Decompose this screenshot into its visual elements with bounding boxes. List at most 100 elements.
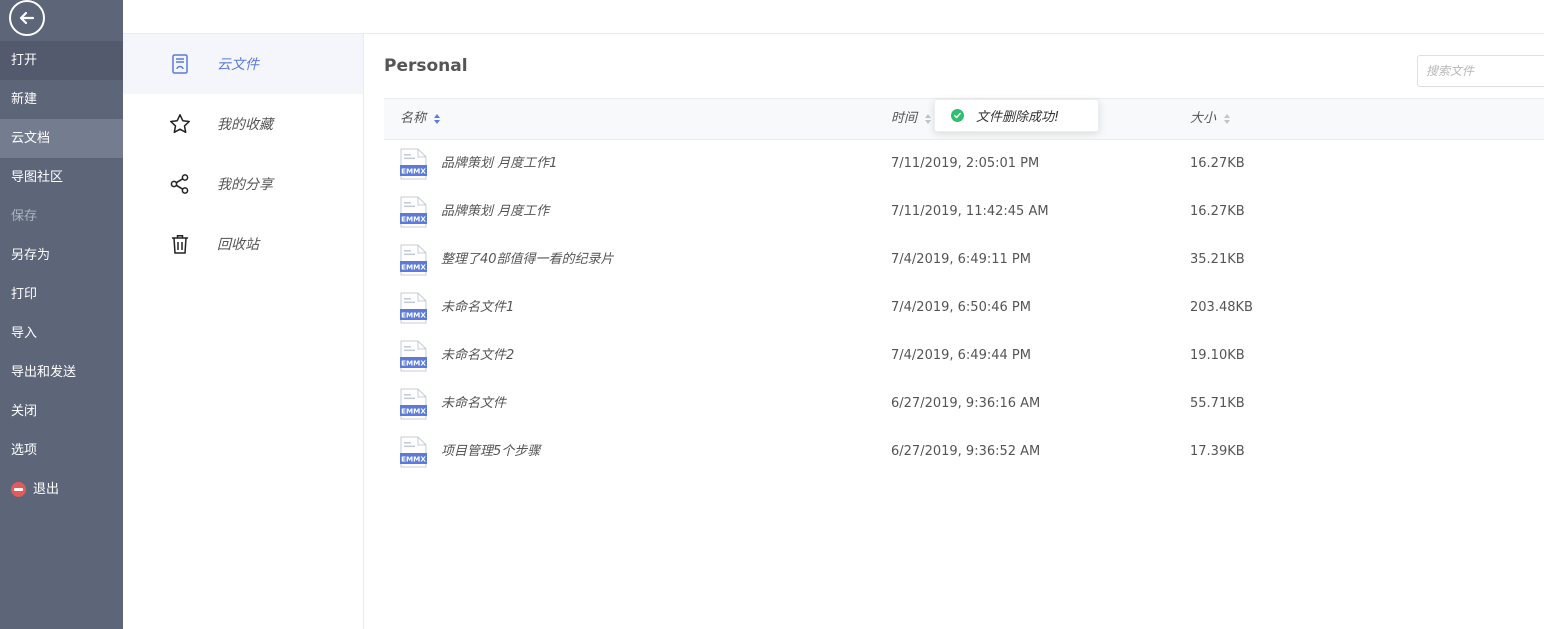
menu-item[interactable]: 导出和发送 bbox=[0, 353, 123, 392]
toast-message: 文件删除成功! bbox=[976, 110, 1060, 125]
menu-item[interactable]: 打开 bbox=[0, 41, 123, 80]
column-label: 大小 bbox=[1190, 111, 1217, 126]
search-input[interactable] bbox=[1417, 55, 1544, 87]
exit-icon bbox=[11, 482, 26, 497]
emmx-file-icon: EMMX bbox=[400, 388, 427, 420]
menu-item-label: 选项 bbox=[11, 443, 38, 458]
emmx-file-icon: EMMX bbox=[400, 292, 427, 324]
menu-item[interactable]: 选项 bbox=[0, 431, 123, 470]
top-bar bbox=[123, 0, 1544, 34]
app-window: 打开新建云文档导图社区保存另存为打印导入导出和发送关闭选项退出 云文件 我的收藏… bbox=[0, 0, 1544, 629]
file-menu-sidebar: 打开新建云文档导图社区保存另存为打印导入导出和发送关闭选项退出 bbox=[0, 0, 123, 629]
sort-icon bbox=[434, 114, 441, 124]
file-name: 品牌策划 月度工作 bbox=[441, 204, 550, 219]
file-name: 品牌策划 月度工作1 bbox=[441, 156, 558, 171]
file-time: 7/4/2019, 6:49:11 PM bbox=[891, 252, 1031, 267]
file-badge: EMMX bbox=[401, 311, 426, 320]
file-time: 6/27/2019, 9:36:52 AM bbox=[891, 444, 1041, 459]
cloud-nav: 云文件 我的收藏 我的分享 回收站 bbox=[123, 34, 364, 629]
file-row[interactable]: EMMX 整理了40部值得一看的纪录片 7/4/2019, 6:49:11 PM 35… bbox=[384, 236, 1544, 284]
nav-cloud-files[interactable]: 云文件 bbox=[123, 34, 363, 94]
file-name: 项目管理5个步骤 bbox=[441, 444, 541, 459]
file-name: 未命名文件 bbox=[441, 396, 507, 411]
menu-list: 打开新建云文档导图社区保存另存为打印导入导出和发送关闭选项退出 bbox=[0, 41, 123, 509]
menu-item-label: 新建 bbox=[11, 92, 38, 107]
share-icon bbox=[167, 171, 193, 197]
menu-item[interactable]: 云文档 bbox=[0, 119, 123, 158]
menu-item-label: 打印 bbox=[11, 287, 38, 302]
file-row[interactable]: EMMX 项目管理5个步骤 6/27/2019, 9:36:52 AM 17.39KB bbox=[384, 428, 1544, 476]
file-badge: EMMX bbox=[401, 359, 426, 368]
success-toast: 文件删除成功! bbox=[934, 99, 1099, 132]
menu-item[interactable]: 导图社区 bbox=[0, 158, 123, 197]
file-row[interactable]: EMMX 品牌策划 月度工作1 7/11/2019, 2:05:01 PM 16.27… bbox=[384, 140, 1544, 188]
menu-item-label: 关闭 bbox=[11, 404, 38, 419]
menu-item-label: 导入 bbox=[11, 326, 38, 341]
emmx-file-icon: EMMX bbox=[400, 148, 427, 180]
menu-item-label: 保存 bbox=[11, 209, 38, 224]
menu-item-label: 另存为 bbox=[11, 248, 51, 263]
file-row[interactable]: EMMX 未命名文件1 7/4/2019, 6:50:46 PM 203.48KB bbox=[384, 284, 1544, 332]
nav-recycle-bin[interactable]: 回收站 bbox=[123, 214, 363, 274]
file-time: 7/4/2019, 6:49:44 PM bbox=[891, 348, 1031, 363]
nav-label: 回收站 bbox=[217, 237, 259, 253]
file-size: 16.27KB bbox=[1190, 204, 1245, 219]
menu-item[interactable]: 打印 bbox=[0, 275, 123, 314]
nav-shares[interactable]: 我的分享 bbox=[123, 154, 363, 214]
file-table: 名称 时间 大小 EMMX 品牌策划 月度工作1 7/11/2019, 2:05:0… bbox=[384, 98, 1544, 476]
check-circle-icon bbox=[951, 109, 964, 122]
menu-item[interactable]: 关闭 bbox=[0, 392, 123, 431]
file-size: 35.21KB bbox=[1190, 252, 1245, 267]
file-size: 55.71KB bbox=[1190, 396, 1245, 411]
column-header-size[interactable]: 大小 bbox=[1190, 99, 1231, 139]
nav-label: 我的收藏 bbox=[217, 117, 273, 133]
menu-item-label: 导图社区 bbox=[11, 170, 64, 185]
file-name: 未命名文件1 bbox=[441, 300, 515, 315]
menu-item-label: 退出 bbox=[33, 482, 60, 497]
file-badge: EMMX bbox=[401, 455, 426, 464]
column-header-name[interactable]: 名称 bbox=[400, 99, 441, 139]
file-size: 16.27KB bbox=[1190, 156, 1245, 171]
file-size: 17.39KB bbox=[1190, 444, 1245, 459]
file-name: 整理了40部值得一看的纪录片 bbox=[441, 252, 614, 267]
nav-label: 我的分享 bbox=[217, 177, 273, 193]
file-row[interactable]: EMMX 品牌策划 月度工作 7/11/2019, 11:42:45 AM 16.27… bbox=[384, 188, 1544, 236]
file-size: 203.48KB bbox=[1190, 300, 1253, 315]
menu-item: 保存 bbox=[0, 197, 123, 236]
table-body: EMMX 品牌策划 月度工作1 7/11/2019, 2:05:01 PM 16.27… bbox=[384, 140, 1544, 476]
file-time: 7/4/2019, 6:50:46 PM bbox=[891, 300, 1031, 315]
menu-item[interactable]: 导入 bbox=[0, 314, 123, 353]
file-row[interactable]: EMMX 未命名文件 6/27/2019, 9:36:16 AM 55.71KB bbox=[384, 380, 1544, 428]
star-icon bbox=[167, 111, 193, 137]
menu-item-label: 打开 bbox=[11, 53, 38, 68]
file-badge: EMMX bbox=[401, 263, 426, 272]
trash-icon bbox=[167, 231, 193, 257]
column-header-time[interactable]: 时间 bbox=[891, 99, 932, 139]
page-title: Personal bbox=[384, 56, 468, 76]
column-label: 时间 bbox=[891, 111, 918, 126]
sort-icon bbox=[925, 114, 932, 124]
file-badge: EMMX bbox=[401, 407, 426, 416]
cloud-file-icon bbox=[167, 51, 193, 77]
menu-item-label: 导出和发送 bbox=[11, 365, 77, 380]
column-label: 名称 bbox=[400, 111, 427, 126]
menu-item[interactable]: 新建 bbox=[0, 80, 123, 119]
file-size: 19.10KB bbox=[1190, 348, 1245, 363]
file-time: 7/11/2019, 2:05:01 PM bbox=[891, 156, 1040, 171]
file-row[interactable]: EMMX 未命名文件2 7/4/2019, 6:49:44 PM 19.10KB bbox=[384, 332, 1544, 380]
nav-label: 云文件 bbox=[217, 57, 259, 73]
menu-item[interactable]: 另存为 bbox=[0, 236, 123, 275]
menu-item[interactable]: 退出 bbox=[0, 470, 123, 509]
emmx-file-icon: EMMX bbox=[400, 340, 427, 372]
emmx-file-icon: EMMX bbox=[400, 244, 427, 276]
emmx-file-icon: EMMX bbox=[400, 436, 427, 468]
sort-icon bbox=[1224, 114, 1231, 124]
file-time: 6/27/2019, 9:36:16 AM bbox=[891, 396, 1041, 411]
emmx-file-icon: EMMX bbox=[400, 196, 427, 228]
file-name: 未命名文件2 bbox=[441, 348, 515, 363]
file-badge: EMMX bbox=[401, 167, 426, 176]
back-arrow-icon[interactable] bbox=[9, 0, 45, 36]
nav-favorites[interactable]: 我的收藏 bbox=[123, 94, 363, 154]
menu-item-label: 云文档 bbox=[11, 131, 51, 146]
file-time: 7/11/2019, 11:42:45 AM bbox=[891, 204, 1049, 219]
